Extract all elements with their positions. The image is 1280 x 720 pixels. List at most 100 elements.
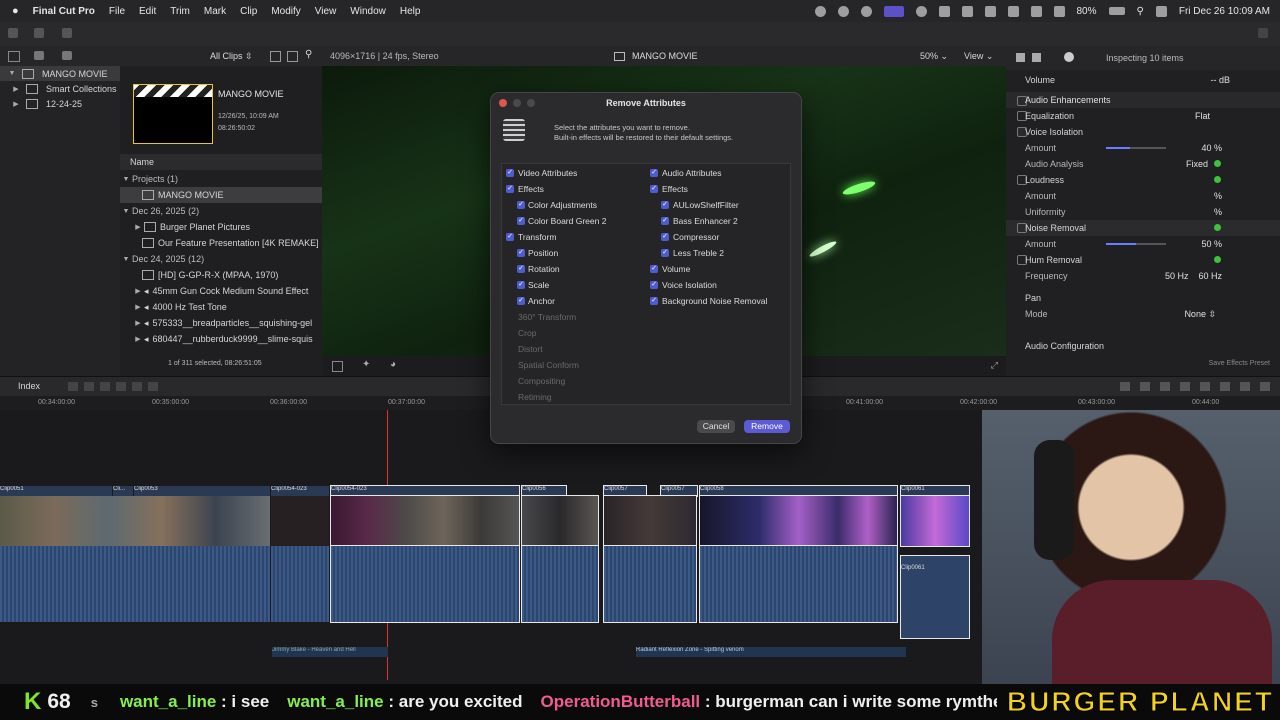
zoom-dropdown[interactable]: 50% ⌄ [920, 51, 948, 62]
compressor-checkbox[interactable]: ✓ [661, 233, 669, 241]
clip-filter-dropdown[interactable]: All Clips ⇳ [210, 51, 253, 62]
amount-slider[interactable] [1106, 243, 1166, 245]
list-item[interactable]: ▶ ◂ 575333__breadparticles__squishing-gel [120, 315, 322, 331]
globe-icon[interactable] [837, 5, 849, 17]
search-icon[interactable]: ⚲ [1137, 6, 1144, 17]
amount-slider[interactable] [1106, 147, 1166, 149]
menu-view[interactable]: View [315, 6, 337, 17]
menu-help[interactable]: Help [400, 6, 421, 17]
record-icon[interactable] [1030, 5, 1042, 17]
video-clip[interactable] [330, 495, 520, 547]
browser-search-icon[interactable]: ⚲ [305, 49, 312, 60]
save-effects-preset-button[interactable]: Save Effects Preset [1209, 360, 1270, 367]
list-view-icon[interactable] [287, 51, 298, 62]
volume-row[interactable]: Volume -- dB [1006, 72, 1280, 88]
voice-amount-row[interactable]: Amount 40 % [1006, 140, 1280, 156]
volume-icon[interactable] [938, 5, 950, 17]
menu-modify[interactable]: Modify [271, 6, 300, 17]
menu-clip[interactable]: Clip [240, 6, 257, 17]
play-icon[interactable] [915, 5, 927, 17]
scale-checkbox[interactable]: ✓ [517, 281, 525, 289]
project-thumbnail[interactable] [133, 84, 213, 144]
volume-checkbox[interactable]: ✓ [650, 265, 658, 273]
list-item[interactable]: ▶ ◂ 4000 Hz Test Tone [120, 299, 322, 315]
keyword-icon[interactable] [34, 28, 44, 38]
cancel-button[interactable]: Cancel [697, 420, 735, 433]
control-center-icon[interactable] [1155, 5, 1167, 17]
frequency-row[interactable]: Frequency 50 Hz 60 Hz [1006, 268, 1280, 284]
noise-amount-row[interactable]: Amount 50 % [1006, 236, 1280, 252]
row-value[interactable]: % [1214, 191, 1222, 201]
anchor-checkbox[interactable]: ✓ [517, 297, 525, 305]
photos-icon[interactable] [34, 51, 44, 60]
clock[interactable]: Fri Dec 26 10:09 AM [1179, 6, 1270, 17]
uniformity-row[interactable]: Uniformity% [1006, 204, 1280, 220]
row-value[interactable]: 50 % [1201, 239, 1222, 249]
audio-waveform[interactable] [330, 545, 520, 623]
audio-effects-checkbox[interactable]: ✓ [650, 185, 658, 193]
list-item-mango-movie[interactable]: MANGO MOVIE [120, 187, 322, 203]
video-attributes-checkbox[interactable]: ✓ [506, 169, 514, 177]
library-item-smart-collections[interactable]: ▶ Smart Collections [0, 81, 120, 96]
aulowshelf-checkbox[interactable]: ✓ [661, 201, 669, 209]
audio-waveform[interactable] [521, 545, 599, 623]
sync-icon[interactable] [860, 5, 872, 17]
audio-configuration[interactable]: Audio Configuration [1006, 338, 1280, 354]
audio-inspector-icon[interactable] [1032, 53, 1041, 62]
rotation-checkbox[interactable]: ✓ [517, 265, 525, 273]
list-item[interactable]: ▶ ◂ 45mm Gun Cock Medium Sound Effect [120, 283, 322, 299]
audio-waveform[interactable] [271, 546, 329, 622]
import-icon[interactable] [8, 28, 18, 38]
list-item[interactable]: Our Feature Presentation [4K REMAKE] [120, 235, 322, 251]
transform-checkbox[interactable]: ✓ [506, 233, 514, 241]
bass-enhancer-checkbox[interactable]: ✓ [661, 217, 669, 225]
titles-icon[interactable] [62, 51, 72, 60]
battery-percent[interactable]: 80% [1077, 6, 1097, 17]
display-icon[interactable] [961, 5, 973, 17]
timeline-tools[interactable] [68, 382, 158, 391]
group-projects[interactable]: ▼ Projects (1) [120, 171, 322, 187]
background-tasks-icon[interactable] [62, 28, 72, 38]
apple-icon[interactable]: ● [12, 5, 19, 17]
audio-analysis-row[interactable]: Audio Analysis Fixed [1006, 156, 1280, 172]
row-value[interactable]: Flat [1195, 111, 1210, 121]
group-dec-26[interactable]: ▼ Dec 26, 2025 (2) [120, 203, 322, 219]
video-clip[interactable] [521, 495, 599, 547]
menu-window[interactable]: Window [350, 6, 386, 17]
equalization-row[interactable]: Equalization Flat [1006, 108, 1280, 124]
list-item[interactable]: ▶ Burger Planet Pictures [120, 219, 322, 235]
video-clip[interactable] [699, 495, 898, 547]
info-inspector-icon[interactable] [1064, 52, 1074, 62]
library-toggle-icon[interactable] [8, 51, 20, 62]
pan-mode-row[interactable]: Mode None ⇳ [1006, 306, 1280, 322]
noise-removal-row[interactable]: Noise Removal [1006, 220, 1280, 236]
row-value[interactable]: % [1214, 207, 1222, 217]
group-dec-24[interactable]: ▼ Dec 24, 2025 (12) [120, 251, 322, 267]
wifi-icon[interactable] [1053, 5, 1065, 17]
video-effects-checkbox[interactable]: ✓ [506, 185, 514, 193]
less-treble-checkbox[interactable]: ✓ [661, 249, 669, 257]
music-track[interactable]: Jimmy Blake - Heaven and Hell [272, 647, 388, 657]
audio-waveform[interactable] [0, 546, 270, 622]
list-item[interactable]: [HD] G-GP-R-X (MPAA, 1970) [120, 267, 322, 283]
loudness-amount-row[interactable]: Amount% [1006, 188, 1280, 204]
hum-removal-row[interactable]: Hum Removal [1006, 252, 1280, 268]
status-icon[interactable] [814, 5, 826, 17]
audio-waveform[interactable] [603, 545, 697, 623]
row-value[interactable]: 50 Hz 60 Hz [1165, 271, 1222, 281]
menu-mark[interactable]: Mark [204, 6, 226, 17]
list-item[interactable]: ▶ ◂ 680447__rubberduck9999__slime-squis [120, 331, 322, 347]
menu-file[interactable]: File [109, 6, 125, 17]
pan-mode-dropdown[interactable]: None ⇳ [1184, 309, 1216, 320]
library-item-event[interactable]: ▶ 12-24-25 [0, 96, 120, 111]
video-clip[interactable] [900, 495, 970, 547]
audio-attributes-checkbox[interactable]: ✓ [650, 169, 658, 177]
battery-icon[interactable] [1108, 7, 1125, 15]
row-value[interactable]: 40 % [1201, 143, 1222, 153]
timeline-view-icons[interactable] [1120, 382, 1270, 391]
app-menu[interactable]: Final Cut Pro [33, 6, 95, 17]
messages-icon[interactable] [984, 5, 996, 17]
crop-icon[interactable] [332, 361, 343, 372]
name-column-header[interactable]: Name [120, 154, 322, 170]
position-checkbox[interactable]: ✓ [517, 249, 525, 257]
